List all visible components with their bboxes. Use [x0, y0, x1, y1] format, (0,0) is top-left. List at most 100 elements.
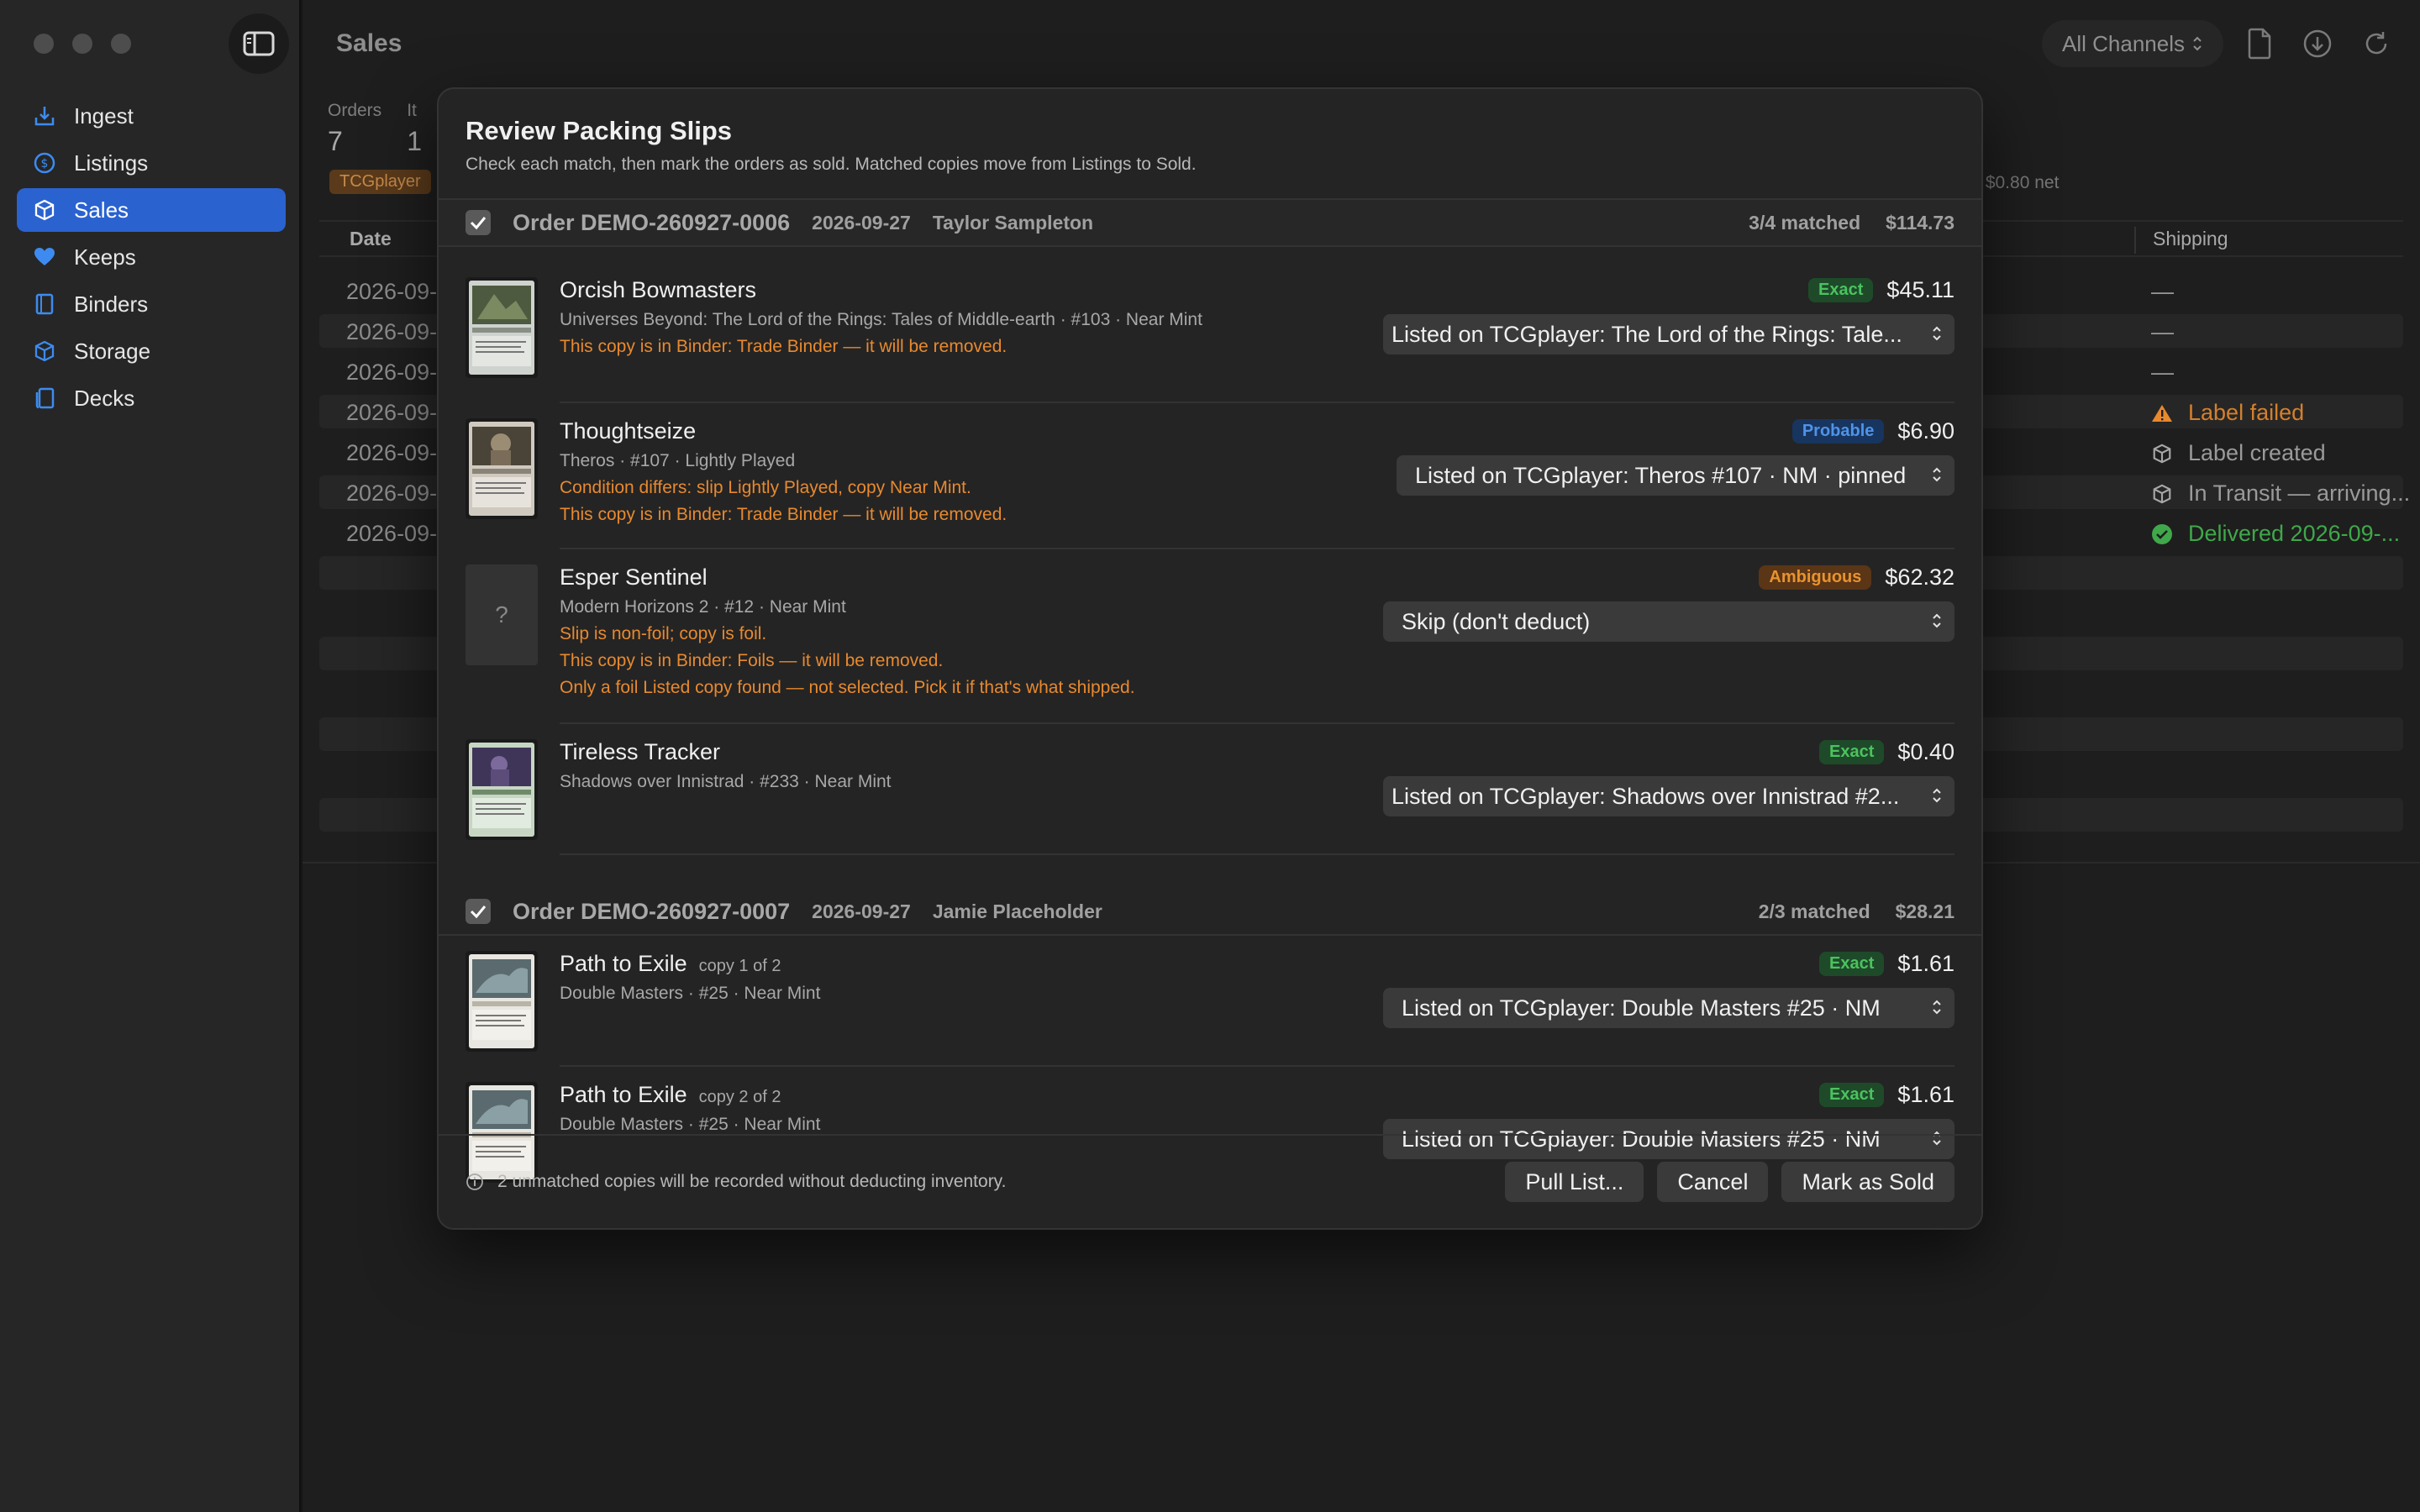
card-price: $1.61	[1897, 951, 1954, 976]
sidebar-item-label: Sales	[74, 197, 129, 223]
orders-stat-value: 7	[328, 126, 343, 156]
minimize-window-button[interactable]	[72, 34, 92, 54]
card-thumbnail	[466, 951, 538, 1052]
match-copy-select[interactable]: Listed on TCGplayer: Theros #107 · NM · …	[1397, 455, 1954, 496]
card-name: Path to Exile	[560, 1082, 687, 1107]
match-badge-ambiguous: Ambiguous	[1759, 565, 1872, 590]
orders-scroll-area[interactable]: Order DEMO-260927-0006 2026-09-27 Taylor…	[439, 200, 1981, 1223]
sidebar-item-label: Listings	[74, 150, 149, 176]
sales-icon	[32, 197, 57, 223]
card-name: Esper Sentinel	[560, 564, 708, 590]
match-copy-select[interactable]: Skip (don't deduct)	[1383, 601, 1954, 642]
sidebar-item-ingest[interactable]: Ingest	[17, 94, 286, 138]
review-packing-slips-sheet: Review Packing Slips Check each match, t…	[437, 87, 1983, 1230]
sidebar-item-keeps[interactable]: Keeps	[17, 235, 286, 279]
warning-icon	[2152, 404, 2172, 422]
card-price: $0.40	[1897, 739, 1954, 764]
mark-as-sold-button[interactable]: Mark as Sold	[1781, 1162, 1954, 1202]
channel-filter-select[interactable]: All Channels	[2042, 20, 2223, 67]
missing-image-placeholder: ?	[466, 564, 538, 665]
card-name: Path to Exile	[560, 951, 687, 976]
sidebar-item-label: Storage	[74, 338, 151, 364]
match-info: Exact $0.40	[1819, 739, 1954, 765]
sheet-subtitle: Check each match, then mark the orders a…	[466, 155, 1197, 174]
warning-text: This copy is in Binder: Trade Binder — i…	[560, 505, 1007, 524]
sidebar-item-binders[interactable]: Binders	[17, 282, 286, 326]
document-add-icon	[2248, 28, 2271, 60]
slip-item-details: Thoughtseize Theros · #107 · Lightly Pla…	[560, 418, 1954, 549]
card-name: Orcish Bowmasters	[560, 277, 757, 302]
orders-stat-label: Orders	[328, 101, 382, 120]
sidebar-item-label: Decks	[74, 385, 135, 411]
slip-item-details: Tireless Tracker Shadows over Innistrad …	[560, 739, 1954, 855]
order-checkbox[interactable]	[466, 899, 491, 924]
card-name: Tireless Tracker	[560, 739, 721, 764]
match-copy-value: Listed on TCGplayer: The Lord of the Rin…	[1392, 321, 1902, 347]
download-button[interactable]	[2294, 20, 2341, 67]
order-total: $114.73	[1886, 211, 1954, 234]
chevron-updown-icon	[1933, 326, 1941, 341]
row-date: 2026-09-2	[346, 360, 450, 385]
refresh-button[interactable]	[2353, 20, 2400, 67]
order-id: Order DEMO-260927-0006	[513, 209, 791, 235]
row-date: 2026-09-2	[346, 319, 450, 344]
card-thumbnail	[466, 277, 538, 378]
summary-stats: Orders 7 It 1	[328, 101, 422, 157]
match-badge-exact: Exact	[1819, 952, 1885, 976]
sidebar-nav: Ingest $ Listings Sales Keeps Binders St…	[17, 94, 286, 423]
column-header-date[interactable]: Date	[350, 228, 392, 250]
row-shipping-status: Label failed	[2151, 400, 2304, 426]
slip-item: Path to Exile copy 1 of 2 Double Masters …	[466, 951, 1954, 1067]
copy-index: copy 2 of 2	[698, 1088, 781, 1106]
pull-list-button[interactable]: Pull List...	[1505, 1162, 1644, 1202]
match-copy-select[interactable]: Listed on TCGplayer: Shadows over Innist…	[1383, 776, 1954, 816]
sidebar-item-decks[interactable]: Decks	[17, 376, 286, 420]
page-title: Sales	[336, 29, 402, 57]
cancel-button[interactable]: Cancel	[1657, 1162, 1769, 1202]
column-header-shipping[interactable]: Shipping	[2153, 228, 2228, 250]
box-icon	[32, 339, 57, 364]
match-info: Exact $1.61	[1819, 1082, 1954, 1108]
row-shipping: Delivered 2026-09-...	[2188, 521, 2401, 546]
sheet-title: Review Packing Slips	[466, 116, 733, 145]
match-copy-select[interactable]: Listed on TCGplayer: Double Masters #25 …	[1383, 988, 1954, 1028]
match-badge-exact: Exact	[1819, 740, 1885, 764]
chevron-updown-icon	[1933, 1000, 1941, 1015]
order-summary: 2/3 matched $28.21	[1759, 900, 1954, 923]
row-shipping: —	[2151, 319, 2174, 344]
row-shipping-status: Delivered 2026-09-...	[2151, 521, 2400, 547]
order-customer: Taylor Sampleton	[932, 211, 1094, 234]
row-date: 2026-09-1	[346, 521, 450, 546]
slip-item-details: Path to Exile copy 1 of 2 Double Masters …	[560, 951, 1954, 1067]
row-date: 2026-09-2	[346, 440, 450, 465]
match-copy-value: Skip (don't deduct)	[1402, 608, 1591, 634]
slip-item: ? Esper Sentinel Modern Horizons 2 · #12…	[466, 564, 1954, 724]
sidebar-item-sales[interactable]: Sales	[17, 188, 286, 232]
order-matched-count: 3/4 matched	[1749, 211, 1861, 234]
order-matched-count: 2/3 matched	[1758, 900, 1870, 922]
card-name: Thoughtseize	[560, 418, 697, 444]
zoom-window-button[interactable]	[111, 34, 131, 54]
match-info: Ambiguous $62.32	[1759, 564, 1954, 591]
match-copy-value: Listed on TCGplayer: Double Masters #25 …	[1402, 995, 1881, 1021]
row-date: 2026-09-2	[346, 279, 450, 304]
match-info: Exact $1.61	[1819, 951, 1954, 977]
close-window-button[interactable]	[34, 34, 54, 54]
order-checkbox[interactable]	[466, 210, 491, 235]
sheet-header: Review Packing Slips Check each match, t…	[439, 89, 1981, 200]
slip-item: Orcish Bowmasters Universes Beyond: The …	[466, 277, 1954, 403]
row-shipping: In Transit — arriving...	[2188, 480, 2411, 506]
sidebar-toggle-button[interactable]	[229, 13, 289, 74]
warning-text: Only a foil Listed copy found — not sele…	[560, 678, 1135, 697]
ingest-icon	[32, 103, 57, 129]
match-copy-select[interactable]: Listed on TCGplayer: The Lord of the Rin…	[1383, 314, 1954, 354]
new-document-button[interactable]	[2235, 20, 2282, 67]
chevron-updown-icon	[1933, 467, 1941, 482]
slip-item-details: Orcish Bowmasters Universes Beyond: The …	[560, 277, 1954, 403]
svg-text:$: $	[41, 157, 49, 171]
checkmark-icon	[470, 906, 487, 919]
sidebar-item-storage[interactable]: Storage	[17, 329, 286, 373]
order-customer: Jamie Placeholder	[932, 900, 1102, 922]
sidebar-item-listings[interactable]: $ Listings	[17, 141, 286, 185]
card-thumbnail	[466, 418, 538, 519]
